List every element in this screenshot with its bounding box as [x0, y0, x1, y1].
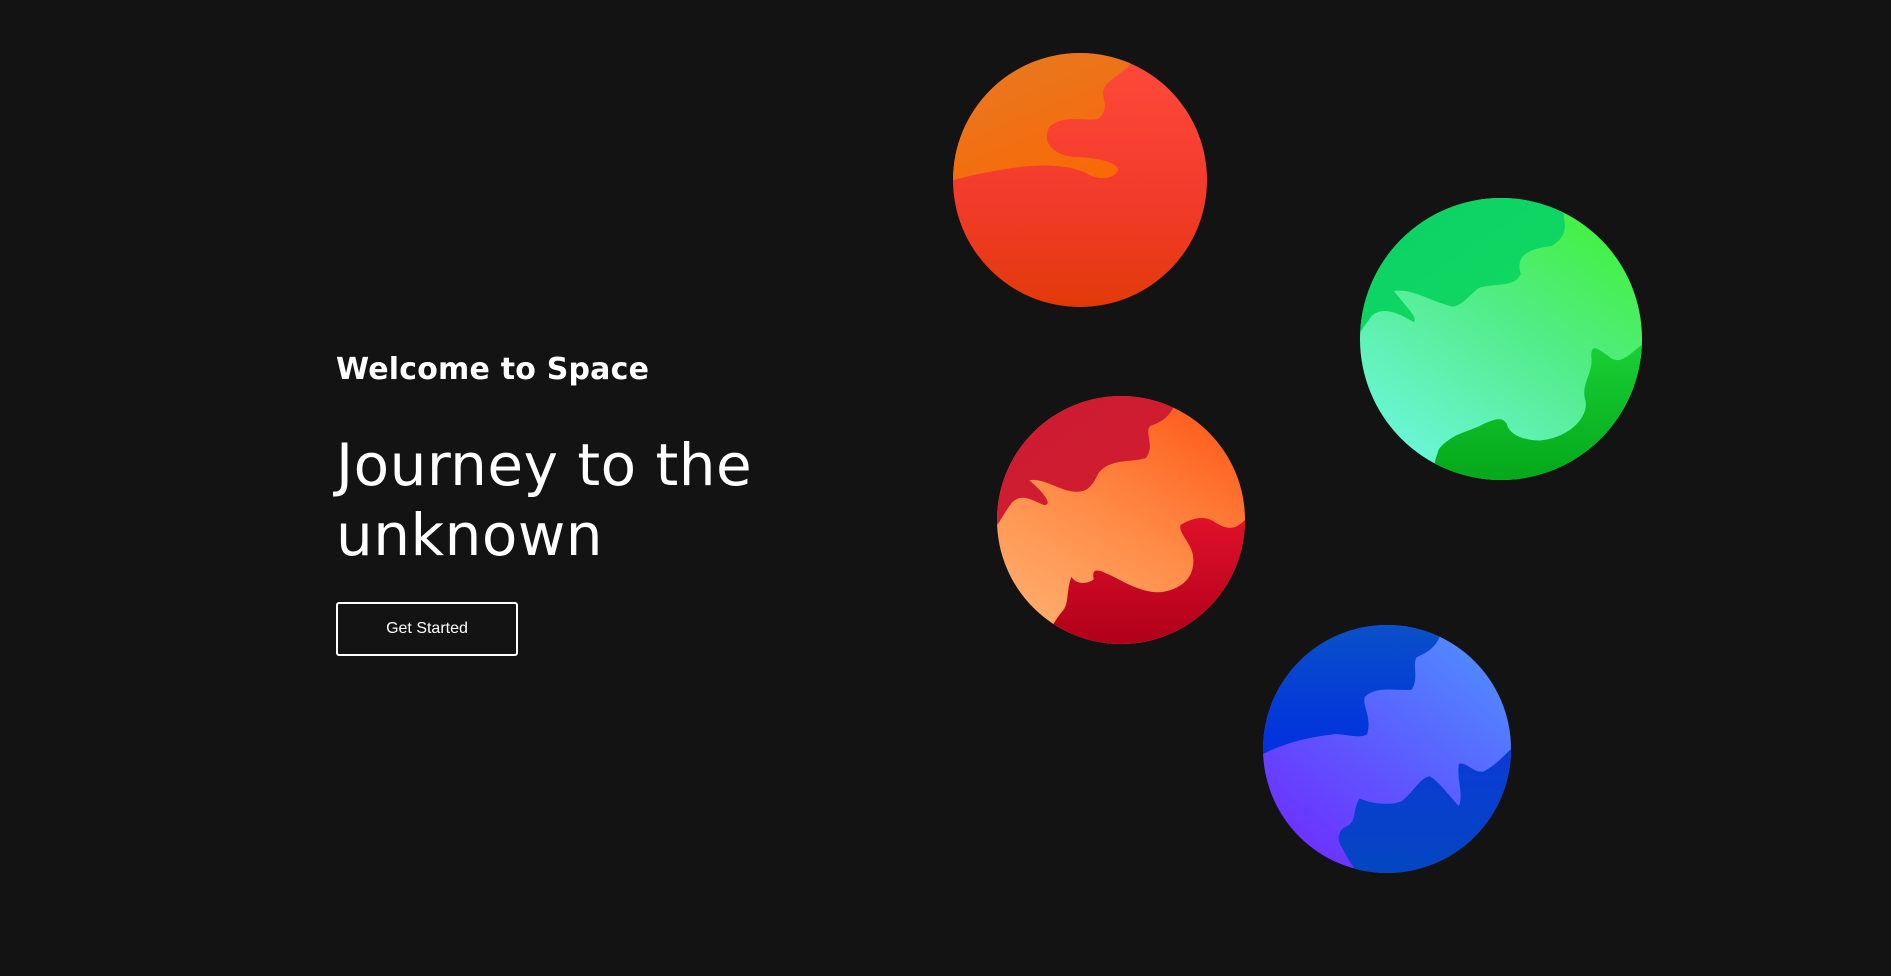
hero-eyebrow: Welcome to Space — [336, 352, 650, 387]
hero-section: Welcome to Space Journey to the unknown — [336, 346, 856, 570]
blue-planet-icon — [1263, 625, 1511, 873]
orange-planet-icon — [953, 53, 1207, 307]
get-started-button[interactable]: Get Started — [336, 602, 518, 656]
red-planet-icon — [997, 396, 1245, 644]
hero-headline: Journey to the unknown — [336, 431, 753, 569]
green-planet-icon — [1360, 198, 1642, 480]
